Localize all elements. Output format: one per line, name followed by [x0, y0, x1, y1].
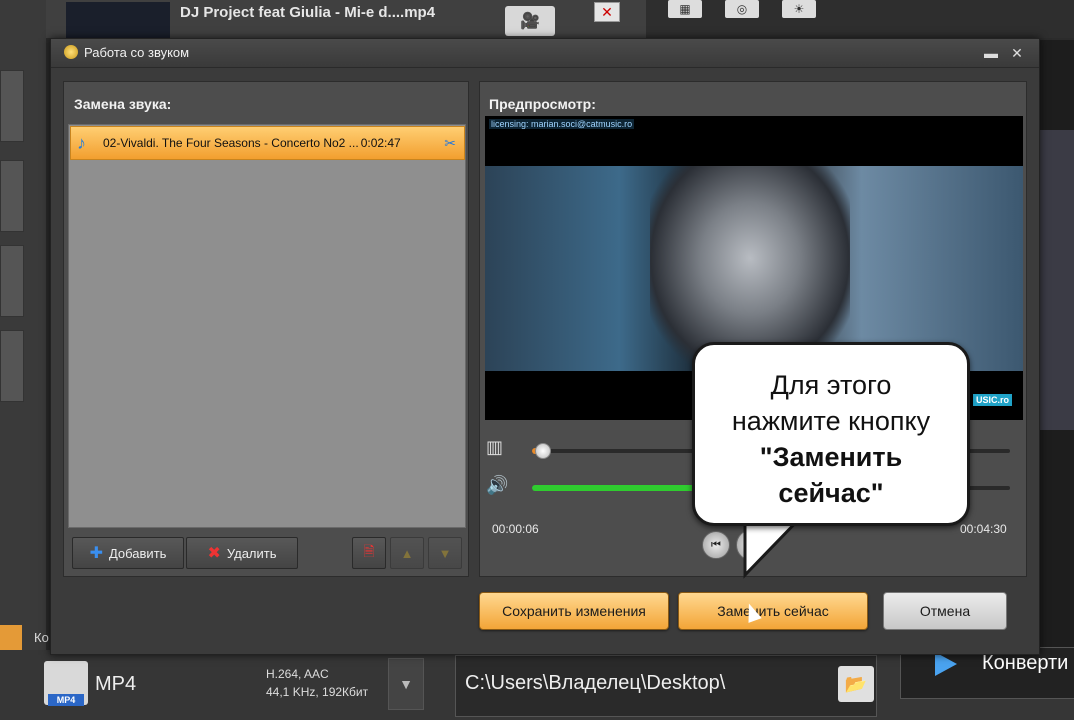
- music-note-icon: ♪: [77, 133, 86, 153]
- list-item[interactable]: ♪ 02-Vivaldi. The Four Seasons - Concert…: [70, 126, 465, 160]
- video-watermark: USIC.ro: [973, 394, 1013, 406]
- licensing-text: licensing: marian.soci@catmusic.ro: [489, 119, 635, 129]
- background-right-video: [1040, 130, 1074, 430]
- minimize-icon[interactable]: ▬: [981, 43, 1001, 63]
- background-left-tab[interactable]: [0, 245, 24, 317]
- background-ko-label: Ко: [34, 630, 49, 645]
- callout-line: нажмите кнопку: [731, 406, 931, 436]
- skip-back-icon: ⏮: [711, 539, 721, 551]
- video-subject: [650, 166, 850, 371]
- audio-duration: 0:02:47: [360, 136, 401, 150]
- scissors-icon[interactable]: ✂: [444, 135, 456, 152]
- film-strip-icon: ▥: [486, 437, 504, 457]
- arrow-up-icon: ▲: [400, 545, 414, 561]
- codec-info: H.264, AAC 44,1 KHz, 192Кбит: [266, 665, 368, 701]
- convert-arrow-icon: [935, 652, 957, 676]
- delete-button[interactable]: ✖ Удалить: [186, 537, 298, 569]
- seek-knob[interactable]: [534, 443, 551, 459]
- preview-panel-title: Предпросмотр:: [489, 96, 596, 112]
- format-dropdown-chevron-icon[interactable]: ▼: [388, 658, 424, 710]
- film-icon[interactable]: ▦: [668, 0, 702, 18]
- format-badge: MP4: [48, 694, 84, 706]
- audio-list[interactable]: ♪ 02-Vivaldi. The Four Seasons - Concert…: [68, 124, 466, 528]
- background-toolbar: [646, 0, 1074, 38]
- background-track-title: DJ Project feat Giulia - Mi-e d....mp4: [180, 4, 436, 21]
- background-thumbnail: [66, 2, 170, 38]
- callout-line-bold: сейчас": [778, 478, 884, 508]
- speaker-icon[interactable]: 🔊: [486, 475, 508, 496]
- total-time: 00:04:30: [960, 522, 1007, 536]
- callout-line: Для этого: [770, 370, 892, 400]
- delete-file-button[interactable]: 🗎: [352, 537, 386, 569]
- codec-line: H.264, AAC: [266, 667, 329, 681]
- convert-label: Конверти: [982, 652, 1069, 674]
- background-remove-icon[interactable]: ✕: [594, 2, 620, 22]
- background-left-tab[interactable]: [0, 70, 24, 142]
- arrow-down-icon: ▼: [438, 545, 452, 561]
- replace-panel-title: Замена звука:: [74, 96, 172, 112]
- delete-file-icon: 🗎: [363, 543, 375, 559]
- move-down-button[interactable]: ▼: [428, 537, 462, 569]
- current-time: 00:00:06: [492, 522, 539, 536]
- background-left-tab[interactable]: [0, 330, 24, 402]
- dialog-title: Работа со звуком: [84, 45, 190, 60]
- folder-icon[interactable]: 📂: [838, 666, 874, 702]
- callout-text: Для этого нажмите кнопку "Заменить сейча…: [695, 367, 967, 511]
- add-button[interactable]: ✚ Добавить: [72, 537, 184, 569]
- delete-label: Удалить: [226, 545, 277, 561]
- background-left-tab[interactable]: [0, 160, 24, 232]
- tutorial-callout: Для этого нажмите кнопку "Заменить сейча…: [692, 342, 970, 526]
- video-frame: [485, 166, 1023, 371]
- callout-line-bold: "Заменить: [759, 442, 903, 472]
- close-icon[interactable]: ✕: [1007, 43, 1027, 63]
- plus-icon: ✚: [89, 545, 103, 562]
- format-name: MP4: [95, 673, 137, 695]
- disc-icon[interactable]: ◎: [725, 0, 759, 18]
- save-changes-button[interactable]: Сохранить изменения: [479, 592, 669, 630]
- codec-line: 44,1 KHz, 192Кбит: [266, 685, 369, 699]
- output-path: C:\Users\Владелец\Desktop\: [465, 672, 726, 694]
- sound-icon: [64, 45, 78, 59]
- move-up-button[interactable]: ▲: [390, 537, 424, 569]
- brightness-icon[interactable]: ☀: [782, 0, 816, 18]
- replace-now-button[interactable]: Заменить сейчас: [678, 592, 868, 630]
- dialog-titlebar: Работа со звуком ▬ ✕: [51, 39, 1039, 68]
- x-icon: ✖: [207, 545, 221, 562]
- replace-sound-panel: Замена звука: ♪ 02-Vivaldi. The Four Sea…: [63, 81, 469, 577]
- camera-icon[interactable]: 🎥: [505, 6, 555, 36]
- add-label: Добавить: [108, 545, 167, 561]
- cancel-button[interactable]: Отмена: [883, 592, 1007, 630]
- skip-back-button[interactable]: ⏮: [702, 531, 730, 559]
- audio-name: 02-Vivaldi. The Four Seasons - Concerto …: [103, 136, 359, 150]
